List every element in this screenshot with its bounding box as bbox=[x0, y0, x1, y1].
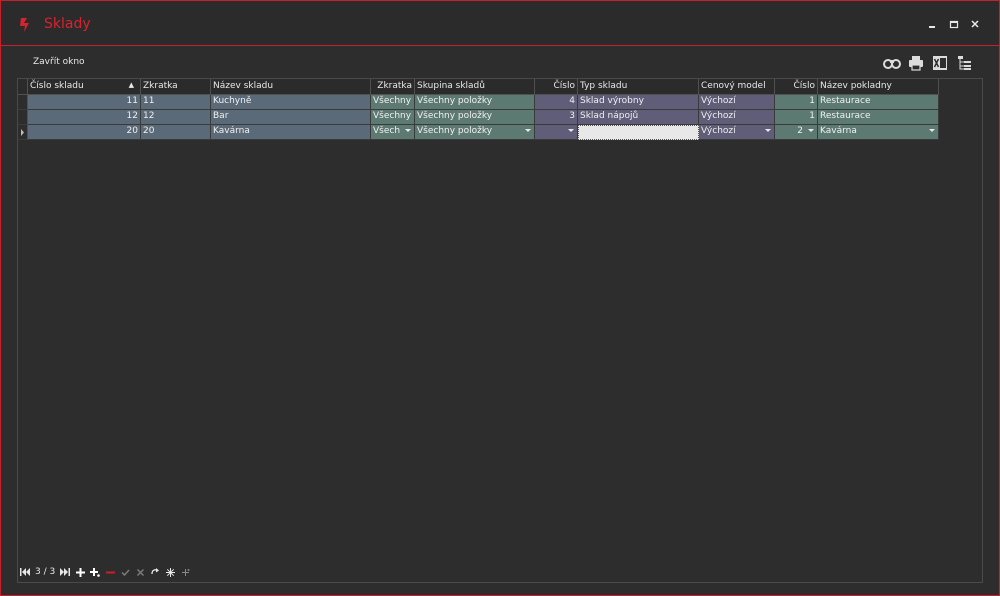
skupina-zkratka-dropdown[interactable]: Všech bbox=[371, 125, 415, 140]
confirm-icon[interactable] bbox=[120, 567, 130, 577]
row-indicator[interactable] bbox=[18, 110, 28, 125]
warehouse-grid-panel: Číslo skladu ▲ Zkratka Název skladu Zkra… bbox=[17, 78, 983, 583]
row-indicator-header bbox=[18, 79, 28, 95]
table-cell[interactable]: Kuchyně bbox=[211, 95, 371, 110]
record-navigator: 3 / 3 bbox=[20, 566, 190, 578]
chevron-down-icon[interactable] bbox=[525, 129, 531, 132]
table-cell[interactable]: Sklad nápojů bbox=[578, 110, 699, 125]
pokladna-cislo-dropdown[interactable]: 2 bbox=[775, 125, 818, 140]
column-header-nazev-skladu[interactable]: Název skladu bbox=[211, 79, 371, 95]
window-title: Sklady bbox=[44, 16, 91, 32]
table-cell[interactable]: 12 bbox=[28, 110, 141, 125]
first-record-icon[interactable] bbox=[20, 567, 30, 577]
close-window-button[interactable]: Zavřít okno bbox=[33, 57, 85, 67]
minimize-icon[interactable] bbox=[925, 17, 939, 31]
tree-icon[interactable] bbox=[956, 54, 974, 72]
table-cell[interactable]: 20 bbox=[141, 125, 211, 140]
table-cell[interactable]: 11 bbox=[28, 95, 141, 110]
chevron-down-icon[interactable] bbox=[929, 129, 935, 132]
print-icon[interactable] bbox=[907, 54, 925, 72]
main-window: Sklady Zavřít okno Číslo skladu ▲ Zkratk… bbox=[0, 0, 1000, 596]
table-cell[interactable]: 20 bbox=[28, 125, 141, 140]
table-cell[interactable]: 3 bbox=[535, 110, 578, 125]
app-logo-icon bbox=[18, 17, 32, 33]
table-cell[interactable]: 1 bbox=[775, 110, 818, 125]
cancel-icon[interactable] bbox=[135, 567, 145, 577]
binoculars-icon[interactable] bbox=[883, 54, 901, 72]
table-cell[interactable]: Všechny položky bbox=[415, 110, 535, 125]
more-icon[interactable] bbox=[180, 567, 190, 577]
add-icon[interactable] bbox=[75, 567, 85, 577]
table-cell[interactable]: Sklad výrobny bbox=[578, 95, 699, 110]
column-header-zkratka[interactable]: Zkratka bbox=[141, 79, 211, 95]
chevron-down-icon[interactable] bbox=[808, 129, 814, 132]
row-indicator[interactable] bbox=[18, 95, 28, 110]
table-cell[interactable]: Kavárna bbox=[211, 125, 371, 140]
table-cell[interactable]: 4 bbox=[535, 95, 578, 110]
title-bar: Sklady bbox=[1, 1, 999, 46]
table-cell[interactable]: Bar bbox=[211, 110, 371, 125]
table-cell[interactable]: Restaurace bbox=[818, 95, 939, 110]
typ-cislo-dropdown[interactable] bbox=[535, 125, 578, 140]
chevron-down-icon[interactable] bbox=[765, 129, 771, 132]
refresh-icon[interactable] bbox=[150, 567, 160, 577]
table-cell[interactable]: Výchozí bbox=[699, 110, 775, 125]
toolbar: Zavřít okno bbox=[1, 47, 999, 75]
skupina-skladu-dropdown[interactable]: Všechny položky bbox=[415, 125, 535, 140]
last-record-icon[interactable] bbox=[60, 567, 71, 577]
table-cell[interactable]: Všechny p bbox=[371, 110, 415, 125]
column-header-typ-cislo[interactable]: Číslo bbox=[535, 79, 578, 95]
column-header-typ-skladu[interactable]: Typ skladu bbox=[578, 79, 699, 95]
column-header-skupina-zkratka[interactable]: Zkratka bbox=[371, 79, 415, 95]
current-row-indicator[interactable] bbox=[18, 125, 28, 140]
filter-icon[interactable] bbox=[165, 567, 175, 577]
column-header-pokladna-cislo[interactable]: Číslo bbox=[775, 79, 818, 95]
chevron-down-icon[interactable] bbox=[405, 129, 411, 132]
column-header-skupina-skladu[interactable]: Skupina skladů bbox=[415, 79, 535, 95]
sort-ascending-icon: ▲ bbox=[128, 81, 134, 89]
table-cell[interactable]: Všechny p bbox=[371, 95, 415, 110]
column-header-cislo-skladu[interactable]: Číslo skladu ▲ bbox=[28, 79, 141, 95]
cenovy-model-dropdown[interactable]: Výchozí bbox=[699, 125, 775, 140]
table-cell[interactable]: 1 bbox=[775, 95, 818, 110]
table-cell[interactable]: 12 bbox=[141, 110, 211, 125]
table-cell[interactable]: Všechny položky bbox=[415, 95, 535, 110]
excel-icon[interactable] bbox=[931, 54, 949, 72]
column-header-nazev-pokladny[interactable]: Název pokladny bbox=[818, 79, 939, 95]
current-row-arrow-icon bbox=[21, 129, 24, 136]
table-cell[interactable]: 11 bbox=[141, 95, 211, 110]
record-position: 3 / 3 bbox=[35, 567, 56, 577]
chevron-down-icon[interactable] bbox=[568, 129, 574, 132]
nazev-pokladny-dropdown[interactable]: Kavárna bbox=[818, 125, 939, 140]
close-icon[interactable] bbox=[968, 17, 982, 31]
typ-skladu-input[interactable] bbox=[578, 125, 699, 140]
maximize-icon[interactable] bbox=[947, 17, 961, 31]
add-copy-icon[interactable] bbox=[90, 567, 101, 577]
delete-icon[interactable] bbox=[105, 567, 115, 577]
table-cell[interactable]: Výchozí bbox=[699, 95, 775, 110]
table-cell[interactable]: Restaurace bbox=[818, 110, 939, 125]
column-header-cenovy-model[interactable]: Cenový model bbox=[699, 79, 775, 95]
